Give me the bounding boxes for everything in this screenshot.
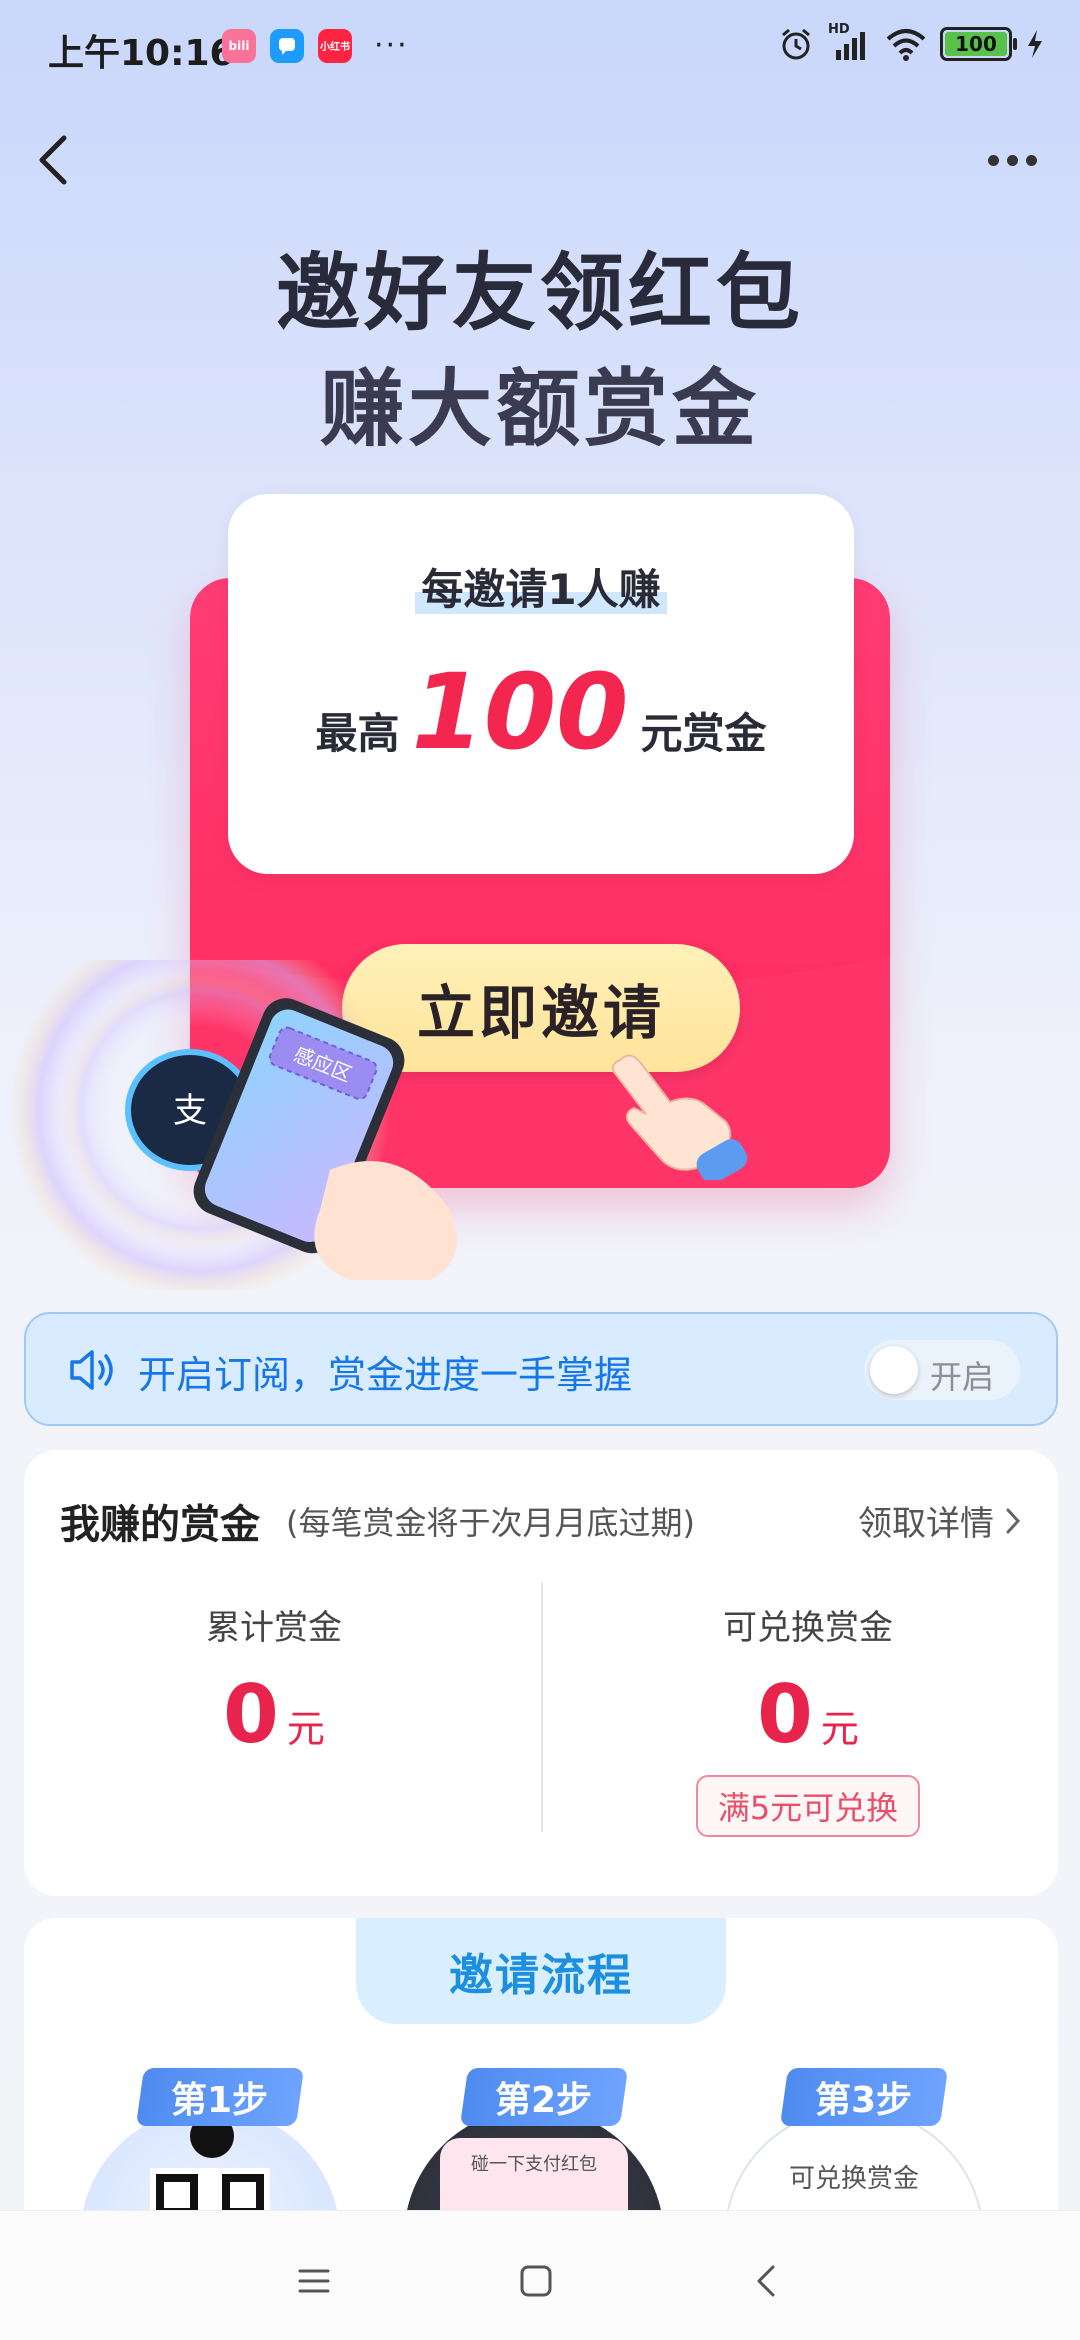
system-back-button[interactable] xyxy=(736,2251,796,2311)
more-dot-icon xyxy=(1026,154,1037,166)
subscribe-toggle[interactable]: 开启 xyxy=(864,1340,1020,1400)
battery-icon: 100 xyxy=(940,27,1017,61)
pointing-hand-icon xyxy=(611,1054,748,1180)
total-bounty-unit: 元 xyxy=(286,1707,325,1751)
svg-text:支: 支 xyxy=(173,1091,207,1131)
wifi-icon xyxy=(886,29,926,61)
step-2: 碰一下支付红包 第2步 xyxy=(404,2068,664,2218)
step-2-text: 碰一下支付红包 xyxy=(471,2154,597,2175)
bilibili-icon: bili xyxy=(222,28,256,63)
step-3: 可兑换赏金 第3步 xyxy=(724,2068,984,2218)
step-2-tag: 第2步 xyxy=(459,2068,629,2126)
redeemable-bounty: 可兑换赏金 0 元 满5元可兑换 xyxy=(558,1600,1058,1837)
invite-process-card: 邀请流程 第1步 碰一下支付红包 第2步 可兑换赏金 第3步 xyxy=(24,1918,1058,2218)
signal-icon: HD xyxy=(828,22,872,62)
bounty-expiry-note: (每笔赏金将于次月月底过期) xyxy=(286,1504,695,1542)
reward-per-invite-label: 每邀请1人赚 xyxy=(228,556,854,617)
claim-details-link[interactable]: 领取详情 xyxy=(858,1496,1022,1545)
step-1-tag: 第1步 xyxy=(135,2068,305,2126)
back-button[interactable] xyxy=(30,128,78,192)
more-options-button[interactable] xyxy=(988,140,1044,180)
toggle-label: 开启 xyxy=(930,1358,995,1396)
reward-max-line: 最高 100 元赏金 xyxy=(228,660,854,764)
nfc-phone-illustration: 支 感应区 xyxy=(10,960,457,1290)
chat-bubble-icon xyxy=(270,28,304,63)
redeemable-bounty-label: 可兑换赏金 xyxy=(723,1608,893,1648)
chevron-left-icon xyxy=(757,2265,775,2297)
page-title: 邀好友领红包 xyxy=(275,244,804,342)
menu-icon xyxy=(298,2269,330,2293)
step-3-tag: 第3步 xyxy=(779,2068,949,2126)
redeem-threshold-badge: 满5元可兑换 xyxy=(695,1775,921,1837)
status-right-icons: HD 100 xyxy=(778,22,1044,62)
alarm-icon xyxy=(782,28,810,60)
status-bar: 上午10:16 bili 小红书 ··· HD 100 xyxy=(0,0,1080,96)
square-icon xyxy=(520,2265,552,2297)
toggle-knob xyxy=(870,1346,918,1394)
bounty-title: 我赚的赏金 xyxy=(60,1502,260,1548)
step-1: 第1步 xyxy=(80,2068,340,2218)
reward-amount: 100 xyxy=(411,651,629,773)
total-bounty-value: 0 xyxy=(223,1668,279,1761)
more-dot-icon xyxy=(1007,154,1018,166)
page-subtitle: 赚大额赏金 xyxy=(319,360,760,458)
status-more-icon: ··· xyxy=(374,28,409,63)
status-app-icons: bili 小红书 ··· xyxy=(222,28,409,63)
chevron-right-icon xyxy=(1006,1508,1021,1533)
claim-details-label: 领取详情 xyxy=(858,1504,994,1544)
reward-prefix: 最高 xyxy=(315,709,400,758)
invite-process-title: 邀请流程 xyxy=(356,1918,726,2024)
charging-icon xyxy=(1028,30,1042,58)
total-bounty: 累计赏金 0 元 xyxy=(24,1600,524,1755)
redeemable-bounty-value: 0 xyxy=(757,1668,813,1761)
more-dot-icon xyxy=(988,154,999,166)
total-bounty-label: 累计赏金 xyxy=(206,1608,342,1648)
subscribe-banner: 开启订阅，赏金进度一手掌握 开启 xyxy=(24,1312,1058,1426)
redeemable-bounty-unit: 元 xyxy=(820,1707,859,1751)
speaker-icon xyxy=(70,1350,113,1390)
system-navigation-bar xyxy=(0,2210,1080,2340)
status-time: 上午10:16 xyxy=(48,33,235,74)
subscribe-text: 开启订阅，赏金进度一手掌握 xyxy=(138,1353,633,1397)
my-bounty-card: 我赚的赏金 (每笔赏金将于次月月底过期) 领取详情 累计赏金 0 元 可兑换赏金… xyxy=(24,1450,1058,1896)
home-button[interactable] xyxy=(506,2251,566,2311)
divider xyxy=(541,1582,543,1832)
recents-button[interactable] xyxy=(284,2251,344,2311)
step-3-text: 可兑换赏金 xyxy=(788,2164,919,2194)
chevron-left-icon xyxy=(39,135,67,185)
xiaohongshu-icon: 小红书 xyxy=(318,28,352,63)
reward-suffix: 元赏金 xyxy=(640,709,767,758)
